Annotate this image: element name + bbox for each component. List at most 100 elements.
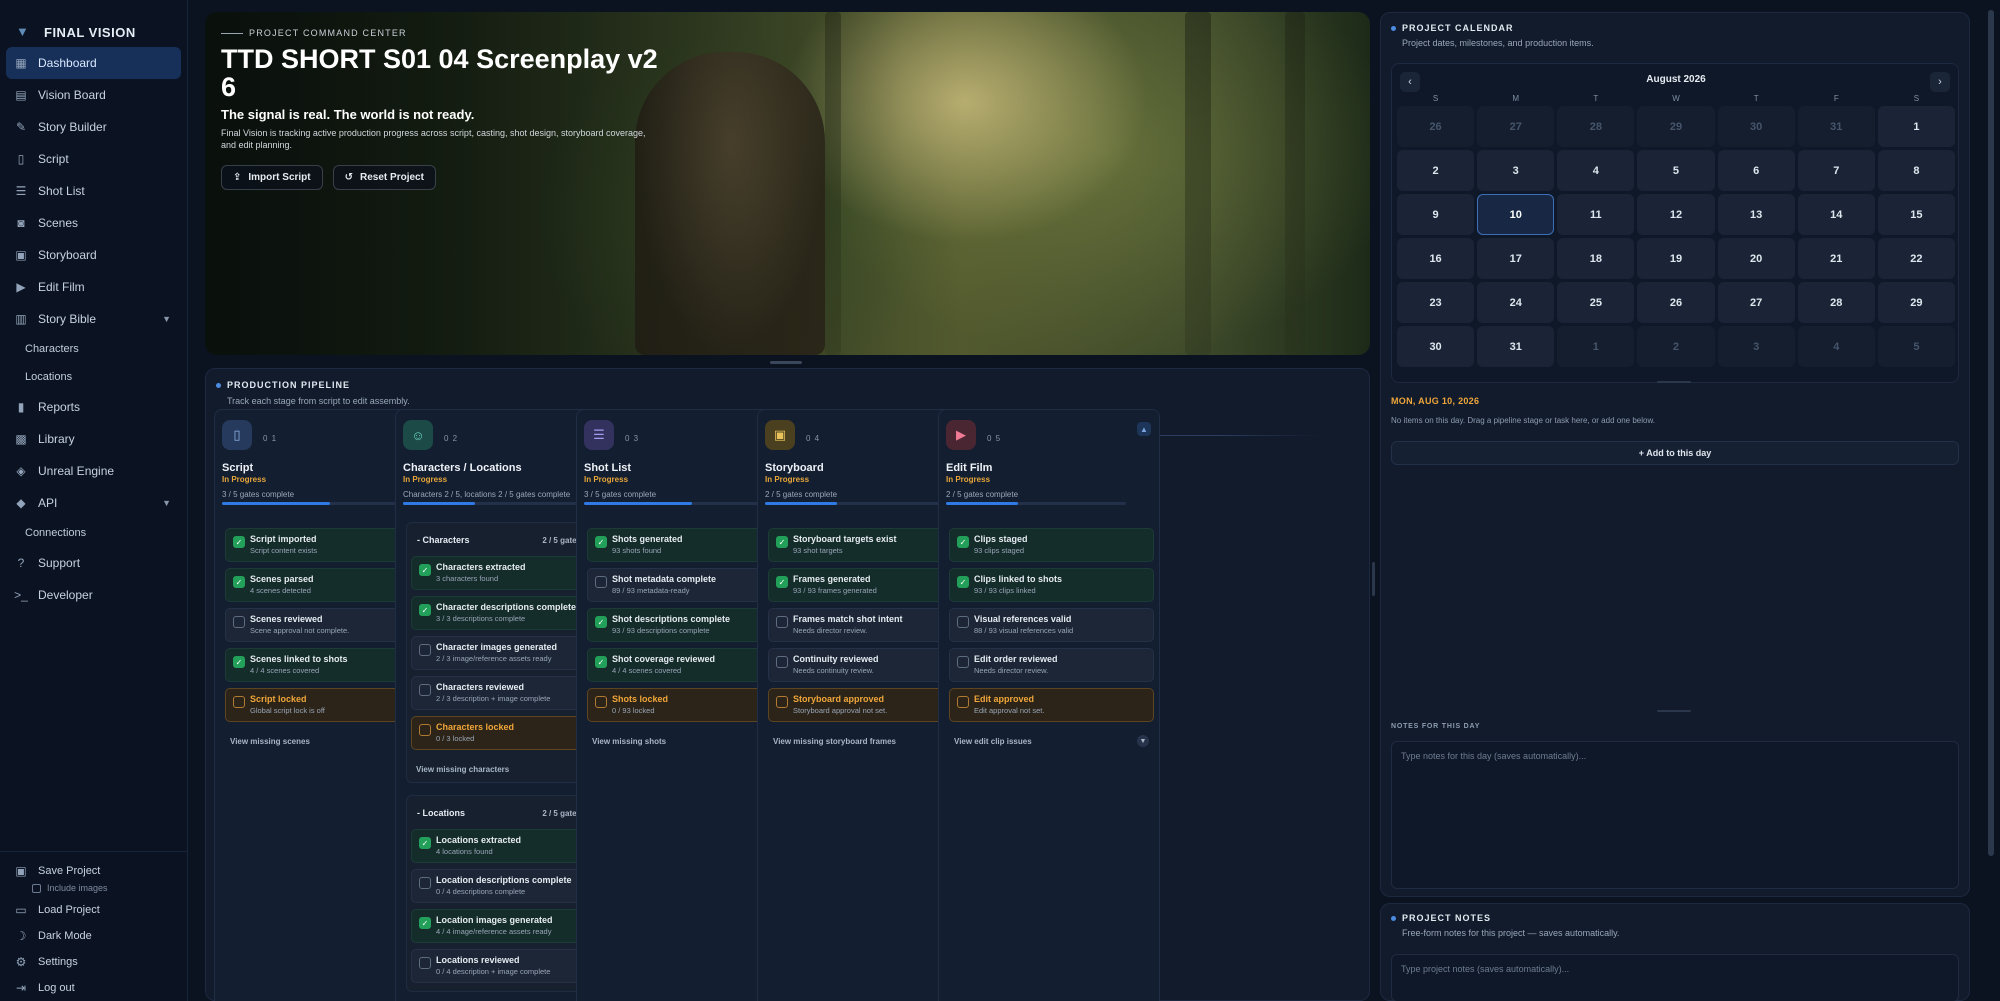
- calendar-resize-handle[interactable]: [1657, 381, 1691, 383]
- task-checkbox[interactable]: ✓: [776, 576, 788, 588]
- sidebar-item-unreal-engine[interactable]: ◈ Unreal Engine: [6, 455, 181, 487]
- calendar-day[interactable]: 5: [1637, 150, 1715, 191]
- calendar-day[interactable]: 26: [1637, 282, 1715, 323]
- sidebar-item-characters[interactable]: Characters: [0, 335, 187, 363]
- add-to-day-button[interactable]: + Add to this day: [1391, 441, 1959, 465]
- calendar-day[interactable]: 11: [1557, 194, 1635, 235]
- calendar-day[interactable]: 17: [1477, 238, 1555, 279]
- calendar-day[interactable]: 30: [1397, 326, 1475, 367]
- include-images-box[interactable]: [32, 883, 41, 893]
- calendar-day[interactable]: 2: [1637, 326, 1715, 367]
- pipeline-task[interactable]: ✓ Clips staged 93 clips staged: [949, 528, 1154, 562]
- calendar-day[interactable]: 31: [1477, 326, 1555, 367]
- settings-button[interactable]: ⚙ Settings: [6, 949, 182, 975]
- import-script-button[interactable]: ⇪ Import Script: [221, 165, 323, 190]
- next-month-button[interactable]: ›: [1930, 72, 1950, 92]
- sidebar-item-library[interactable]: ▩ Library: [6, 423, 181, 455]
- task-checkbox[interactable]: ✓: [776, 536, 788, 548]
- calendar-day[interactable]: 22: [1877, 238, 1955, 279]
- calendar-day[interactable]: 25: [1557, 282, 1635, 323]
- calendar-day[interactable]: 26: [1397, 106, 1475, 147]
- calendar-day[interactable]: 7: [1797, 150, 1875, 191]
- calendar-day[interactable]: 23: [1397, 282, 1475, 323]
- task-checkbox[interactable]: [419, 957, 431, 969]
- view-missing-toggle[interactable]: View edit clip issues ▼: [949, 730, 1154, 752]
- calendar-day[interactable]: 28: [1797, 282, 1875, 323]
- task-checkbox[interactable]: [419, 684, 431, 696]
- sidebar-item-shot-list[interactable]: ☰ Shot List: [6, 175, 181, 207]
- calendar-day[interactable]: 8: [1877, 150, 1955, 191]
- calendar-day[interactable]: 19: [1637, 238, 1715, 279]
- page-scrollbar[interactable]: [1988, 10, 1994, 856]
- task-checkbox[interactable]: ✓: [419, 564, 431, 576]
- task-checkbox[interactable]: ✓: [233, 576, 245, 588]
- calendar-day[interactable]: 5: [1877, 326, 1955, 367]
- dark-mode-toggle[interactable]: ☽ Dark Mode: [6, 923, 182, 949]
- reset-project-button[interactable]: ↺ Reset Project: [332, 165, 436, 190]
- calendar-day-selected[interactable]: 10: [1477, 194, 1555, 235]
- sidebar-item-locations[interactable]: Locations: [0, 363, 187, 391]
- calendar-day[interactable]: 14: [1797, 194, 1875, 235]
- task-checkbox[interactable]: [595, 696, 607, 708]
- task-checkbox[interactable]: [595, 576, 607, 588]
- task-checkbox[interactable]: ✓: [957, 536, 969, 548]
- panel-resize-handle[interactable]: [1372, 562, 1375, 596]
- sidebar-item-script[interactable]: ▯ Script: [6, 143, 181, 175]
- calendar-day[interactable]: 2: [1397, 150, 1475, 191]
- sidebar-item-scenes[interactable]: ◙ Scenes: [6, 207, 181, 239]
- sidebar-item-story-bible[interactable]: ▥ Story Bible ▼: [6, 303, 181, 335]
- calendar-day[interactable]: 4: [1557, 150, 1635, 191]
- task-checkbox[interactable]: [233, 616, 245, 628]
- task-checkbox[interactable]: [419, 724, 431, 736]
- sidebar-item-storyboard[interactable]: ▣ Storyboard: [6, 239, 181, 271]
- calendar-day[interactable]: 27: [1717, 282, 1795, 323]
- task-checkbox[interactable]: ✓: [595, 616, 607, 628]
- sidebar-item-dashboard[interactable]: ▦ Dashboard: [6, 47, 181, 79]
- calendar-day[interactable]: 15: [1877, 194, 1955, 235]
- pipeline-task[interactable]: Edit approved Edit approval not set.: [949, 688, 1154, 722]
- calendar-day[interactable]: 18: [1557, 238, 1635, 279]
- sidebar-item-edit-film[interactable]: ▶ Edit Film: [6, 271, 181, 303]
- task-checkbox[interactable]: ✓: [419, 917, 431, 929]
- task-checkbox[interactable]: ✓: [957, 576, 969, 588]
- collapse-stage-button[interactable]: ▲: [1137, 422, 1151, 436]
- prev-month-button[interactable]: ‹: [1400, 72, 1420, 92]
- calendar-day[interactable]: 30: [1717, 106, 1795, 147]
- load-project-button[interactable]: ▭ Load Project: [6, 897, 182, 923]
- sidebar-item-developer[interactable]: >_ Developer: [6, 579, 181, 611]
- sidebar-item-support[interactable]: ? Support: [6, 547, 181, 579]
- task-checkbox[interactable]: ✓: [233, 656, 245, 668]
- pipeline-task[interactable]: Edit order reviewed Needs director review…: [949, 648, 1154, 682]
- calendar-day[interactable]: 1: [1877, 106, 1955, 147]
- calendar-day[interactable]: 4: [1797, 326, 1875, 367]
- sidebar-item-reports[interactable]: ▮ Reports: [6, 391, 181, 423]
- scrollbar-thumb[interactable]: [1988, 10, 1994, 856]
- task-checkbox[interactable]: ✓: [595, 536, 607, 548]
- task-checkbox[interactable]: [776, 616, 788, 628]
- calendar-day[interactable]: 3: [1477, 150, 1555, 191]
- sidebar-item-api[interactable]: ◆ API ▼: [6, 487, 181, 519]
- calendar-day[interactable]: 9: [1397, 194, 1475, 235]
- task-checkbox[interactable]: [957, 656, 969, 668]
- task-checkbox[interactable]: [957, 696, 969, 708]
- task-checkbox[interactable]: ✓: [595, 656, 607, 668]
- task-checkbox[interactable]: [419, 877, 431, 889]
- task-checkbox[interactable]: [776, 696, 788, 708]
- calendar-day[interactable]: 12: [1637, 194, 1715, 235]
- calendar-day[interactable]: 21: [1797, 238, 1875, 279]
- sidebar-item-vision-board[interactable]: ▤ Vision Board: [6, 79, 181, 111]
- calendar-day[interactable]: 27: [1477, 106, 1555, 147]
- logout-button[interactable]: ⇥ Log out: [6, 975, 182, 1001]
- calendar-day[interactable]: 16: [1397, 238, 1475, 279]
- task-checkbox[interactable]: ✓: [419, 604, 431, 616]
- calendar-day[interactable]: 29: [1637, 106, 1715, 147]
- calendar-day[interactable]: 29: [1877, 282, 1955, 323]
- hero-resize-handle[interactable]: [770, 361, 802, 364]
- pipeline-task[interactable]: Visual references valid 88 / 93 visual re…: [949, 608, 1154, 642]
- calendar-day[interactable]: 13: [1717, 194, 1795, 235]
- task-checkbox[interactable]: ✓: [419, 837, 431, 849]
- pipeline-task[interactable]: ✓ Clips linked to shots 93 / 93 clips link…: [949, 568, 1154, 602]
- sidebar-item-connections[interactable]: Connections: [0, 519, 187, 547]
- save-project-button[interactable]: ▣ Save Project: [6, 858, 182, 884]
- task-checkbox[interactable]: [957, 616, 969, 628]
